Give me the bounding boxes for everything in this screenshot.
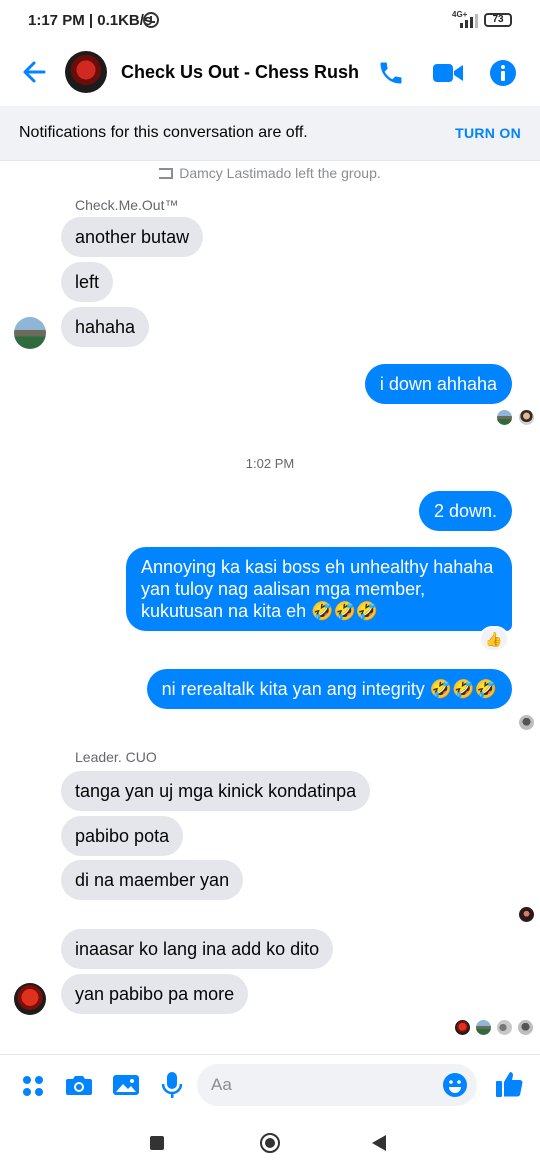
seen-avatar [496, 409, 513, 426]
sender-name: Check.Me.Out™ [75, 197, 179, 213]
group-avatar[interactable] [65, 51, 107, 93]
emoji-icon[interactable] [442, 1072, 468, 1098]
conversation-title[interactable]: Check Us Out - Chess Rush [121, 62, 359, 83]
seen-avatar [518, 409, 535, 426]
info-icon[interactable] [489, 59, 517, 87]
reaction-badge[interactable]: 👍 [479, 626, 509, 652]
home-button[interactable] [260, 1133, 280, 1153]
message-bubble-incoming[interactable]: yan pabibo pa more [61, 974, 249, 1014]
message-bubble-outgoing[interactable]: Annoying ka kasi boss eh unhealthy hahah… [126, 547, 512, 631]
seen-avatar [496, 1019, 513, 1036]
message-bubble-incoming[interactable]: inaasar ko lang ina add ko dito [61, 929, 334, 969]
phone-icon[interactable] [377, 59, 405, 87]
system-navigation-bar [0, 1116, 540, 1170]
gallery-icon[interactable] [112, 1073, 140, 1097]
camera-icon[interactable] [65, 1073, 93, 1097]
leave-group-icon [159, 168, 174, 179]
message-bubble-incoming[interactable]: left [61, 262, 114, 302]
seen-avatar [475, 1019, 492, 1036]
status-time: 1:17 PM | 0.1KB/s [28, 12, 153, 29]
message-bubble-incoming[interactable]: hahaha [61, 307, 150, 347]
sender-avatar[interactable] [14, 983, 46, 1015]
status-bar: 1:17 PM | 0.1KB/s 4G+ 73 [0, 0, 540, 40]
message-bubble-incoming[interactable]: di na maember yan [61, 860, 244, 900]
message-bubble-incoming[interactable]: pabibo pota [61, 816, 184, 856]
message-bubble-incoming[interactable]: tanga yan uj mga kinick kondatinpa [61, 771, 371, 811]
alarm-icon [143, 12, 159, 28]
signal-icon [460, 14, 478, 28]
message-input[interactable] [197, 1064, 477, 1106]
conversation-header: Check Us Out - Chess Rush [0, 40, 540, 106]
sender-name: Leader. CUO [75, 749, 157, 765]
notification-text: Notifications for this conversation are … [19, 124, 308, 141]
message-bubble-outgoing[interactable]: 2 down. [418, 491, 512, 531]
seen-avatar [518, 906, 535, 923]
seen-avatar [454, 1019, 471, 1036]
timestamp-divider: 1:02 PM [245, 456, 295, 471]
system-message-text: Damcy Lastimado left the group. [179, 165, 381, 181]
message-bubble-outgoing[interactable]: ni rerealtalk kita yan ang integrity 🤣🤣🤣 [146, 669, 512, 709]
microphone-icon[interactable] [161, 1071, 183, 1099]
battery-indicator: 73 [484, 13, 512, 27]
sender-avatar[interactable] [14, 317, 46, 349]
apps-icon[interactable] [21, 1074, 45, 1098]
message-bubble-incoming[interactable]: another butaw [61, 217, 204, 257]
back-button[interactable] [372, 1135, 386, 1151]
message-list[interactable]: Damcy Lastimado left the group. Check.Me… [0, 161, 540, 1054]
notification-banner: Notifications for this conversation are … [0, 106, 540, 161]
thumbs-up-icon[interactable] [494, 1069, 524, 1099]
seen-avatar [518, 714, 535, 731]
system-message: Damcy Lastimado left the group. [0, 165, 540, 181]
seen-avatar [517, 1019, 534, 1036]
turn-on-button[interactable]: TURN ON [455, 125, 521, 141]
recents-button[interactable] [150, 1136, 164, 1150]
video-camera-icon[interactable] [432, 61, 464, 85]
message-composer [0, 1054, 540, 1116]
message-bubble-outgoing[interactable]: i down ahhaha [364, 364, 512, 404]
back-arrow-icon[interactable] [20, 58, 48, 86]
